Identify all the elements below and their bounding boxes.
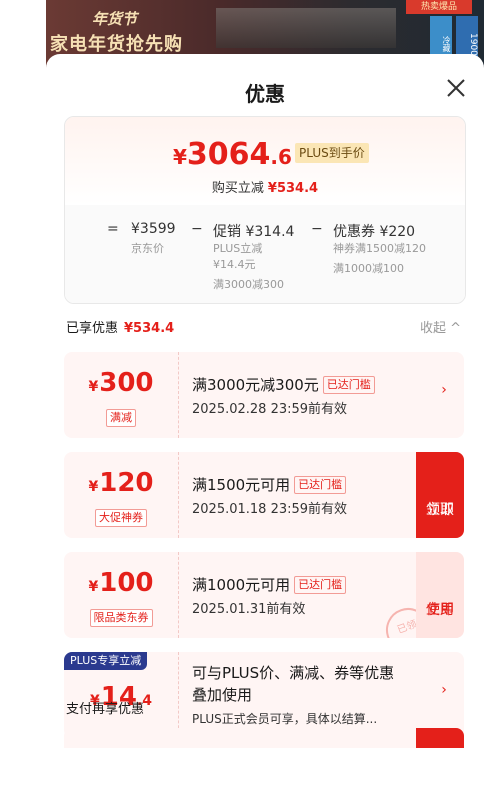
use-line2: 使用 <box>426 602 454 618</box>
currency-symbol: ¥ <box>88 479 99 495</box>
use-now-button[interactable]: 立即 使用 <box>416 552 464 638</box>
promo-tag: 热卖爆品 <box>406 0 472 14</box>
coupon-condition-text: 满1000元可用 <box>192 576 291 594</box>
plus-price-tag: PLUS到手价 <box>295 143 369 163</box>
currency-symbol: ¥ <box>88 379 99 395</box>
enjoyed-label: 已享优惠 <box>66 321 119 336</box>
coupon-value-area: ¥100 限品类东券 <box>64 552 179 638</box>
instant-cut-amount: ¥534.4 <box>267 181 319 196</box>
enjoyed-amount: ¥534.4 <box>124 321 175 336</box>
plus-subtext: PLUS正式会员可享，具体以结算... <box>192 712 378 726</box>
coupon-value: ¥100 <box>64 568 178 598</box>
product-image <box>216 8 396 48</box>
reached-badge: 已达门槛 <box>322 376 375 394</box>
coupon-condition: 满1500元可用 已达门槛 <box>192 474 347 495</box>
sheet-title: 优惠 <box>245 82 285 106</box>
coupon-value-area: ¥300 满减 <box>64 352 179 438</box>
coupon-value: ¥120 <box>64 468 178 498</box>
instant-cut: 购买立减 ¥534.4 <box>65 177 465 196</box>
coupon-sub1: 神券满1500减120 <box>333 242 426 255</box>
coupon-sub2: 满1000减100 <box>333 262 404 275</box>
promo-sub1: PLUS立减 <box>213 242 263 255</box>
reached-badge: 已达门槛 <box>294 476 347 494</box>
payment-card-partial[interactable] <box>64 728 464 748</box>
coupon-value: ¥300 <box>64 368 178 398</box>
coupon-value-area: ¥120 大促神券 <box>64 452 179 538</box>
coupon-condition: 满3000元减300元 已达门槛 <box>192 374 375 395</box>
coupon-card[interactable]: ¥300 满减 满3000元减300元 已达门槛 2025.02.28 23:59… <box>64 352 464 438</box>
claim-now-button[interactable]: 立即 领取 <box>416 452 464 538</box>
coupon-amount: 120 <box>99 468 154 498</box>
coupon-total: 优惠券 ¥220 <box>333 221 415 241</box>
close-icon <box>447 79 465 97</box>
coupon-kind-tag: 满减 <box>106 409 136 427</box>
price-header: ¥3064.6 PLUS到手价 购买立减 ¥534.4 <box>65 117 465 205</box>
promo-label: 促销 <box>213 224 241 240</box>
coupon-condition-text: 满3000元减300元 <box>192 376 319 394</box>
coupon-label: 优惠券 <box>333 224 375 240</box>
claim-line2: 领取 <box>426 502 454 518</box>
price-decimal: .6 <box>270 145 292 169</box>
chevron-right-icon[interactable]: › <box>436 382 452 402</box>
promo-amount: ¥314.4 <box>245 224 295 240</box>
base-price: ¥3599 <box>131 221 176 237</box>
plus-value-area: ¥14.4 <box>64 652 179 738</box>
coupon-kind: 满减 <box>64 406 178 427</box>
currency-symbol: ¥ <box>173 145 187 169</box>
collapse-button[interactable]: 收起 ^ <box>420 317 461 336</box>
coupon-validity: 2025.01.31前有效 <box>192 602 306 617</box>
formula-equals: = <box>107 221 119 237</box>
coupon-amount: ¥220 <box>379 224 416 240</box>
price-formula: = ¥3599 京东价 − 促销 ¥314.4 PLUS立减 ¥14.4元 满3… <box>65 205 465 303</box>
discount-sheet: 优惠 ¥3064.6 PLUS到手价 购买立减 ¥534.4 = ¥3599 京东… <box>46 54 484 794</box>
promo-line1: 年货节 <box>92 10 138 28</box>
instant-cut-label: 购买立减 <box>211 181 264 196</box>
final-price: ¥3064.6 <box>173 137 292 172</box>
currency-symbol: ¥ <box>88 579 99 595</box>
coupon-validity: 2025.01.18 23:59前有效 <box>192 502 348 517</box>
formula-minus2: − <box>311 221 323 237</box>
payment-discount-header: 支付再享优惠 <box>66 702 145 717</box>
plus-line2: 叠加使用 <box>192 686 253 704</box>
promo-sub2: ¥14.4元 <box>213 258 256 271</box>
base-price-label: 京东价 <box>131 242 164 255</box>
promo-text: 年货节 家电年货抢先购 <box>50 6 200 60</box>
coupon-amount: 100 <box>99 568 154 598</box>
coupon-amount: 300 <box>99 368 154 398</box>
payment-action[interactable] <box>416 728 464 748</box>
plus-discount-card[interactable]: PLUS专享立减 ¥14.4 可与PLUS价、满减、券等优惠 叠加使用 PLUS正… <box>64 652 464 738</box>
coupon-kind-tag: 大促神券 <box>95 509 147 527</box>
close-button[interactable] <box>442 74 470 102</box>
price-summary-card: ¥3064.6 PLUS到手价 购买立减 ¥534.4 = ¥3599 京东价 −… <box>64 116 466 304</box>
promo-sub3: 满3000减300 <box>213 278 284 291</box>
coupon-card[interactable]: ¥120 大促神券 满1500元可用 已达门槛 2025.01.18 23:59前… <box>64 452 464 538</box>
use-now-label: 立即 使用 <box>416 576 464 618</box>
coupon-kind-tag: 限品类东券 <box>89 609 153 627</box>
promo-total: 促销 ¥314.4 <box>213 221 294 241</box>
coupon-condition: 满1000元可用 已达门槛 <box>192 574 347 595</box>
chevron-right-icon[interactable]: › <box>436 682 452 702</box>
coupon-condition-text: 满1500元可用 <box>192 476 291 494</box>
coupon-validity: 2025.02.28 23:59前有效 <box>192 402 348 417</box>
formula-minus1: − <box>191 221 203 237</box>
reached-badge: 已达门槛 <box>294 576 347 594</box>
coupon-kind: 限品类东券 <box>64 606 178 627</box>
coupon-kind: 大促神券 <box>64 506 178 527</box>
price-integer: 3064 <box>186 137 271 172</box>
promo-line2: 家电年货抢先购 <box>50 34 183 55</box>
claim-now-label: 立即 领取 <box>416 476 464 518</box>
enjoyed-discounts-header: 已享优惠 ¥534.4 <box>66 317 174 336</box>
plus-line1: 可与PLUS价、满减、券等优惠 <box>192 664 395 682</box>
plus-description: 可与PLUS价、满减、券等优惠 叠加使用 <box>192 662 394 706</box>
coupon-card[interactable]: ¥100 限品类东券 满1000元可用 已达门槛 2025.01.31前有效 已领… <box>64 552 464 638</box>
